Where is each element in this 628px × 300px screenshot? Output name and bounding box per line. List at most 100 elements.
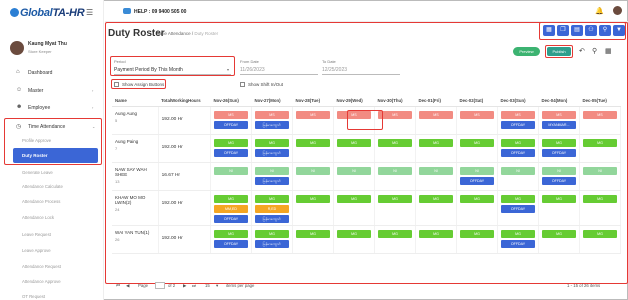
shift-badge[interactable]: MG bbox=[377, 194, 412, 203]
day-cell[interactable]: MG R,ED မြန်မာကျောင်း bbox=[251, 190, 293, 226]
page-input[interactable] bbox=[155, 282, 165, 289]
day-cell[interactable]: MG OFFDAY bbox=[210, 134, 252, 163]
preview-button[interactable]: Preview bbox=[513, 47, 540, 56]
page-size-caret[interactable]: ▾ bbox=[216, 283, 218, 289]
shift-badge[interactable]: MG bbox=[213, 229, 248, 238]
column-header[interactable]: TotalWorkingHours bbox=[158, 96, 211, 107]
shift-badge[interactable]: MG bbox=[541, 229, 576, 238]
hierarchy-icon[interactable]: ⚲ bbox=[599, 25, 611, 36]
day-cell[interactable]: MG bbox=[415, 134, 457, 163]
offday-badge[interactable]: OFFDAY bbox=[213, 148, 248, 157]
shift-badge[interactable]: NI bbox=[254, 166, 289, 175]
home-icon[interactable]: ⌂ bbox=[151, 31, 154, 37]
day-cell[interactable]: MG bbox=[374, 225, 416, 254]
shift-badge[interactable]: MG bbox=[582, 194, 617, 203]
calendar-icon[interactable]: ▦ bbox=[543, 25, 555, 36]
column-header[interactable]: Nov-28(Tue) bbox=[292, 96, 334, 107]
column-header[interactable]: Name bbox=[112, 96, 159, 107]
shift-badge[interactable]: MG bbox=[582, 138, 617, 147]
shift-badge[interactable]: MG bbox=[336, 138, 371, 147]
day-cell[interactable]: NI bbox=[292, 162, 334, 191]
shift-badge[interactable]: MS bbox=[377, 110, 412, 119]
shift-badge[interactable]: NI bbox=[295, 166, 330, 175]
day-cell[interactable]: MG မြန်မာကျောင်း bbox=[251, 225, 293, 254]
first-page-icon[interactable]: ⏮ bbox=[116, 283, 120, 288]
shift-badge[interactable]: MM,ED bbox=[213, 204, 248, 213]
shift-badge[interactable]: MG bbox=[500, 138, 535, 147]
day-cell[interactable]: NI bbox=[210, 162, 252, 191]
day-cell[interactable]: MG မြန်မာကျောင်း bbox=[251, 134, 293, 163]
shift-badge[interactable]: MG bbox=[459, 194, 494, 203]
offday-badge[interactable]: OFFDAY bbox=[213, 214, 248, 223]
offday-badge[interactable]: OFFDAY bbox=[500, 148, 535, 157]
column-header[interactable]: Dec-05(Tue) bbox=[579, 96, 621, 107]
day-cell[interactable]: MS MYANMAR... bbox=[538, 106, 580, 135]
grid-view-icon[interactable]: ▦ bbox=[605, 47, 612, 55]
day-cell[interactable]: MG bbox=[415, 190, 457, 226]
shift-badge[interactable]: မြန်မာကျောင်း bbox=[254, 239, 289, 248]
shift-badge[interactable]: NI bbox=[418, 166, 453, 175]
shift-badge[interactable]: MG bbox=[541, 194, 576, 203]
shift-badge[interactable]: MG bbox=[213, 138, 248, 147]
to-date-input[interactable]: 12/25/2023 bbox=[322, 67, 347, 73]
submenu-leave-approve[interactable]: Leave Approve bbox=[22, 248, 51, 253]
shift-badge[interactable]: NI bbox=[336, 166, 371, 175]
submenu-duty-roster[interactable]: Duty Roster bbox=[13, 148, 98, 163]
day-cell[interactable]: MG bbox=[374, 134, 416, 163]
shift-badge[interactable]: MG bbox=[582, 229, 617, 238]
day-cell[interactable]: MG bbox=[456, 225, 498, 254]
day-cell[interactable]: MG OFFDAY bbox=[538, 134, 580, 163]
shift-badge[interactable]: MG bbox=[254, 229, 289, 238]
shift-badge[interactable]: MG bbox=[377, 138, 412, 147]
shift-badge[interactable]: MS bbox=[500, 110, 535, 119]
shift-badge[interactable]: MG bbox=[418, 194, 453, 203]
shift-badge[interactable]: MS bbox=[295, 110, 330, 119]
day-cell[interactable]: MS OFFDAY bbox=[210, 106, 252, 135]
day-cell[interactable]: NI OFFDAY bbox=[538, 162, 580, 191]
day-cell[interactable]: MS bbox=[456, 106, 498, 135]
shift-badge[interactable]: မြန်မာကျောင်း bbox=[254, 120, 289, 129]
offday-badge[interactable]: OFFDAY bbox=[541, 176, 576, 185]
day-cell[interactable]: MG bbox=[579, 134, 621, 163]
shift-badge[interactable]: မြန်မာကျောင်း bbox=[254, 176, 289, 185]
shift-badge[interactable]: MG bbox=[459, 229, 494, 238]
column-header[interactable]: Nov-29(Wed) bbox=[333, 96, 375, 107]
day-cell[interactable]: MS မြန်မာကျောင်း bbox=[251, 106, 293, 135]
day-cell[interactable]: MS OFFDAY bbox=[497, 106, 539, 135]
copy-icon[interactable]: ❐ bbox=[557, 25, 569, 36]
shift-badge[interactable]: R,ED bbox=[254, 204, 289, 213]
submenu-attendance-lock[interactable]: Attendance Lock bbox=[22, 215, 54, 220]
last-page-icon[interactable]: ⏭ bbox=[192, 283, 196, 288]
from-date-input[interactable]: 11/26/2023 bbox=[240, 67, 265, 73]
day-cell[interactable]: MG bbox=[374, 190, 416, 226]
shift-badge[interactable]: MG bbox=[295, 194, 330, 203]
day-cell[interactable]: MG bbox=[456, 190, 498, 226]
day-cell[interactable]: NI bbox=[415, 162, 457, 191]
day-cell[interactable]: MG bbox=[538, 190, 580, 226]
shift-badge[interactable]: NI bbox=[459, 166, 494, 175]
day-cell[interactable]: MG MM,ED OFFDAY bbox=[210, 190, 252, 226]
day-cell[interactable]: MS bbox=[579, 106, 621, 135]
day-cell[interactable]: MS bbox=[415, 106, 457, 135]
column-header[interactable]: Dec-04(Mon) bbox=[538, 96, 580, 107]
offday-badge[interactable]: OFFDAY bbox=[459, 176, 494, 185]
day-cell[interactable]: NI bbox=[374, 162, 416, 191]
day-cell[interactable]: NI bbox=[579, 162, 621, 191]
column-header[interactable]: Nov-30(Thu) bbox=[374, 96, 416, 107]
submenu-attendance-calculate[interactable]: Attendance Calculate bbox=[22, 184, 63, 189]
submenu-attendance-process[interactable]: Attendance Process bbox=[22, 199, 60, 204]
shift-badge[interactable]: MS bbox=[582, 110, 617, 119]
shift-badge[interactable]: MS bbox=[459, 110, 494, 119]
day-cell[interactable]: MG bbox=[292, 225, 334, 254]
day-cell[interactable]: MG bbox=[333, 225, 375, 254]
offday-badge[interactable]: OFFDAY bbox=[500, 239, 535, 248]
day-cell[interactable]: MS bbox=[292, 106, 334, 135]
column-header[interactable]: Dec-03(Sun) bbox=[497, 96, 539, 107]
day-cell[interactable]: MG bbox=[292, 190, 334, 226]
day-cell[interactable]: MG bbox=[456, 134, 498, 163]
shift-badge[interactable]: မြန်မာကျောင်း bbox=[254, 148, 289, 157]
shift-badge[interactable]: MYANMAR... bbox=[541, 120, 576, 129]
undo-icon[interactable]: ↶ bbox=[579, 47, 585, 55]
shift-badge[interactable]: MG bbox=[254, 194, 289, 203]
day-cell[interactable]: NI OFFDAY bbox=[456, 162, 498, 191]
